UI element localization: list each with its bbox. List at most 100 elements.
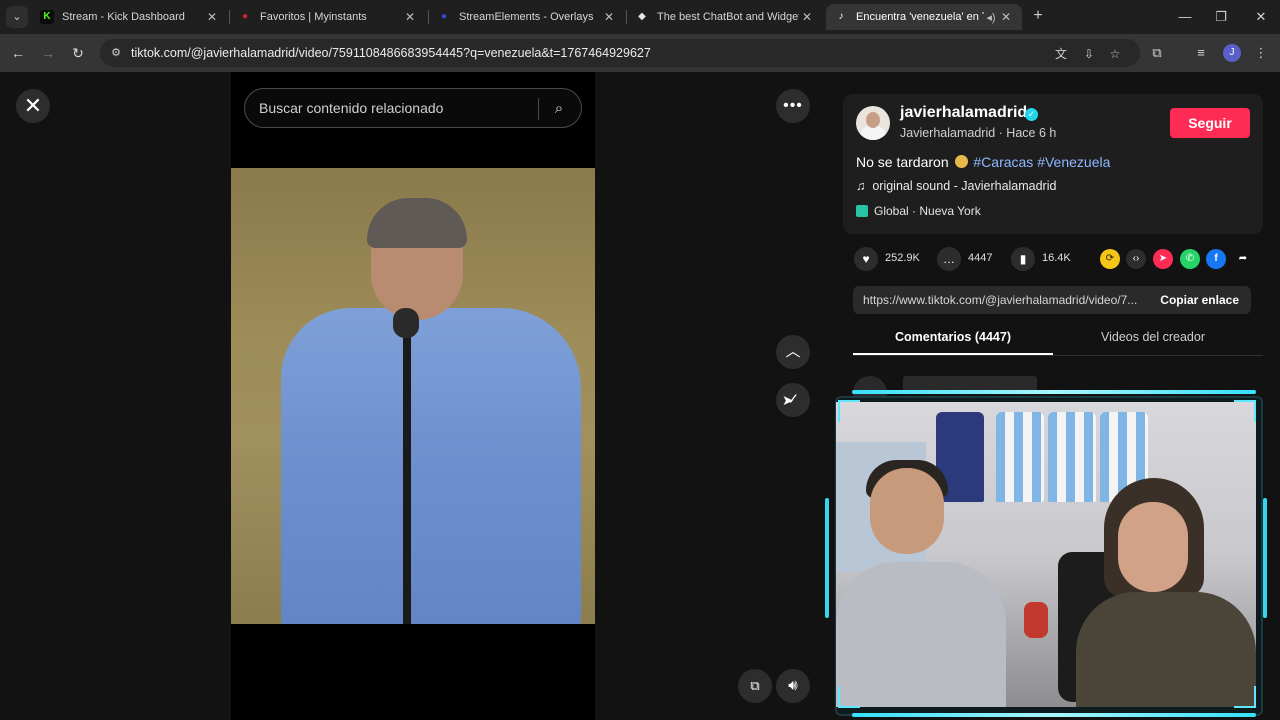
creator-display-name: Javierhalamadrid: [900, 126, 996, 140]
embed-code-icon[interactable]: ‹›: [1126, 249, 1146, 269]
comment-icon[interactable]: …: [937, 247, 961, 271]
hashtag-link[interactable]: #Caracas: [973, 154, 1033, 170]
bookmark-star-icon[interactable]: ☆: [1106, 45, 1124, 63]
location-tag[interactable]: Global · Nueva York: [856, 204, 981, 218]
neon-frame-left: [825, 498, 829, 618]
related-search-input[interactable]: Buscar contenido relacionado ⌕: [244, 88, 582, 128]
location-icon: [856, 205, 868, 217]
tab-comments[interactable]: Comentarios (4447): [853, 330, 1053, 344]
video-frame[interactable]: [231, 168, 595, 624]
maximize-button[interactable]: ❐: [1206, 6, 1236, 28]
media-control-icon[interactable]: ≡: [1192, 44, 1210, 62]
webcam-feed: [836, 402, 1256, 707]
back-button[interactable]: ←: [7, 42, 29, 64]
comment-count: 4447: [968, 252, 993, 264]
myinstants-favicon-icon: ●: [241, 11, 249, 22]
microphone-icon: [393, 308, 419, 338]
install-app-icon[interactable]: ⇩: [1080, 45, 1098, 63]
close-tab-icon[interactable]: ✕: [998, 10, 1014, 24]
sound-label: original sound - Javierhalamadrid: [872, 179, 1057, 193]
caption-text: No se tardaron: [856, 154, 949, 170]
bookmark-icon[interactable]: ▮: [1011, 247, 1035, 271]
copy-link-button[interactable]: Copiar enlace: [1160, 293, 1239, 307]
more-options-button[interactable]: •••: [776, 89, 810, 123]
post-time: Hace 6 h: [1006, 126, 1057, 140]
avatar-face: [866, 112, 880, 128]
search-placeholder: Buscar contenido relacionado: [259, 100, 444, 116]
tab-streamelements[interactable]: ● StreamElements - Overlays ✕: [429, 4, 625, 30]
neon-frame-right: [1263, 498, 1267, 618]
hashtag-link[interactable]: #Venezuela: [1037, 154, 1110, 170]
forward-button[interactable]: →: [37, 42, 59, 64]
close-tab-icon[interactable]: ✕: [601, 10, 617, 24]
profile-avatar[interactable]: J: [1223, 44, 1241, 62]
red-cup: [1024, 602, 1048, 638]
facebook-icon[interactable]: f: [1206, 249, 1226, 269]
frame-corner: [1234, 686, 1256, 708]
tab-creator-videos[interactable]: Videos del creador: [1053, 330, 1253, 344]
close-tab-icon[interactable]: ✕: [799, 10, 815, 24]
picture-in-picture-button[interactable]: ⧉: [738, 669, 772, 703]
emoji-icon: [954, 155, 968, 168]
video-link-text[interactable]: https://www.tiktok.com/@javierhalamadrid…: [863, 293, 1145, 307]
tab-chatbot[interactable]: ◆ The best ChatBot and Widgets ✕: [627, 4, 823, 30]
neon-frame-top: [852, 390, 1256, 394]
streamelements-favicon-icon: ●: [440, 11, 448, 22]
post-caption: No se tardaron #Caracas #Venezuela: [856, 154, 1110, 170]
close-window-button[interactable]: ✕: [1246, 6, 1276, 28]
tab-title: Stream - Kick Dashboard: [62, 11, 185, 23]
search-divider: [538, 98, 539, 120]
avatar-shirt: [860, 126, 886, 140]
frame-corner: [838, 686, 860, 708]
video-area: ✕ Buscar contenido relacionado ⌕ ••• ︿ ✓…: [0, 72, 826, 720]
frame-corner: [838, 400, 860, 422]
close-tab-icon[interactable]: ✕: [204, 10, 220, 24]
menu-kebab-icon[interactable]: ⋮: [1252, 44, 1270, 62]
video-player[interactable]: Buscar contenido relacionado ⌕: [231, 72, 595, 720]
share-arrow-icon[interactable]: ➦: [1233, 249, 1253, 269]
whatsapp-icon[interactable]: ✆: [1180, 249, 1200, 269]
mouse-cursor-icon: ➤: [782, 392, 794, 408]
close-tab-icon[interactable]: ✕: [402, 10, 418, 24]
minimize-button[interactable]: —: [1170, 6, 1200, 28]
browser-tab-bar: ⌄ K Stream - Kick Dashboard ✕ ● Favorito…: [0, 0, 1280, 34]
url-text[interactable]: tiktok.com/@javierhalamadrid/video/75911…: [131, 46, 651, 60]
streamer-right-face: [1118, 502, 1188, 592]
reload-button[interactable]: ↻: [67, 42, 89, 64]
send-icon[interactable]: ➤: [1153, 249, 1173, 269]
save-count: 16.4K: [1042, 252, 1071, 264]
volume-button[interactable]: 🔊︎: [776, 669, 810, 703]
address-bar[interactable]: ⚙ tiktok.com/@javierhalamadrid/video/759…: [100, 39, 1140, 67]
post-info-card: javierhalamadrid ✓ Javierhalamadrid · Ha…: [843, 94, 1263, 234]
microphone-stand: [403, 318, 411, 624]
close-video-button[interactable]: ✕: [16, 89, 50, 123]
like-heart-icon[interactable]: ♥: [854, 247, 878, 271]
creator-username[interactable]: javierhalamadrid: [900, 104, 1027, 122]
translate-icon[interactable]: 文: [1052, 45, 1070, 63]
extensions-icon[interactable]: ⧉: [1148, 44, 1166, 62]
repost-icon[interactable]: ⟳: [1100, 249, 1120, 269]
new-tab-button[interactable]: +: [1028, 6, 1048, 26]
kick-favicon-icon: K: [40, 10, 54, 24]
tiktok-favicon-icon: ♪: [838, 11, 844, 22]
frame-corner: [1234, 400, 1256, 422]
creator-avatar[interactable]: [856, 106, 890, 140]
tab-kick-dashboard[interactable]: K Stream - Kick Dashboard ✕: [32, 4, 228, 30]
sound-link[interactable]: ♫ original sound - Javierhalamadrid: [856, 179, 1056, 193]
browser-toolbar: ← → ↻ ⚙ tiktok.com/@javierhalamadrid/vid…: [0, 34, 1280, 72]
speaker-icon[interactable]: ◂): [984, 11, 998, 24]
site-info-icon[interactable]: ⚙: [108, 45, 124, 61]
follow-button[interactable]: Seguir: [1170, 108, 1250, 138]
search-icon[interactable]: ⌕: [549, 99, 569, 119]
neon-frame-bottom: [852, 713, 1256, 717]
tab-tiktok-active[interactable]: ♪ Encuentra 'venezuela' en Tik ◂) ✕: [826, 4, 1022, 30]
webcam-overlay: [822, 388, 1270, 720]
copy-link-box: https://www.tiktok.com/@javierhalamadrid…: [853, 286, 1251, 314]
active-tab-indicator: [853, 353, 1053, 355]
tab-myinstants[interactable]: ● Favoritos | Myinstants ✕: [230, 4, 426, 30]
video-person-body: [281, 308, 581, 624]
creator-subline: Javierhalamadrid · Hace 6 h: [900, 126, 1057, 140]
jersey-striped: [996, 412, 1044, 502]
previous-video-button[interactable]: ︿: [776, 335, 810, 369]
tab-search-button[interactable]: ⌄: [6, 6, 28, 28]
